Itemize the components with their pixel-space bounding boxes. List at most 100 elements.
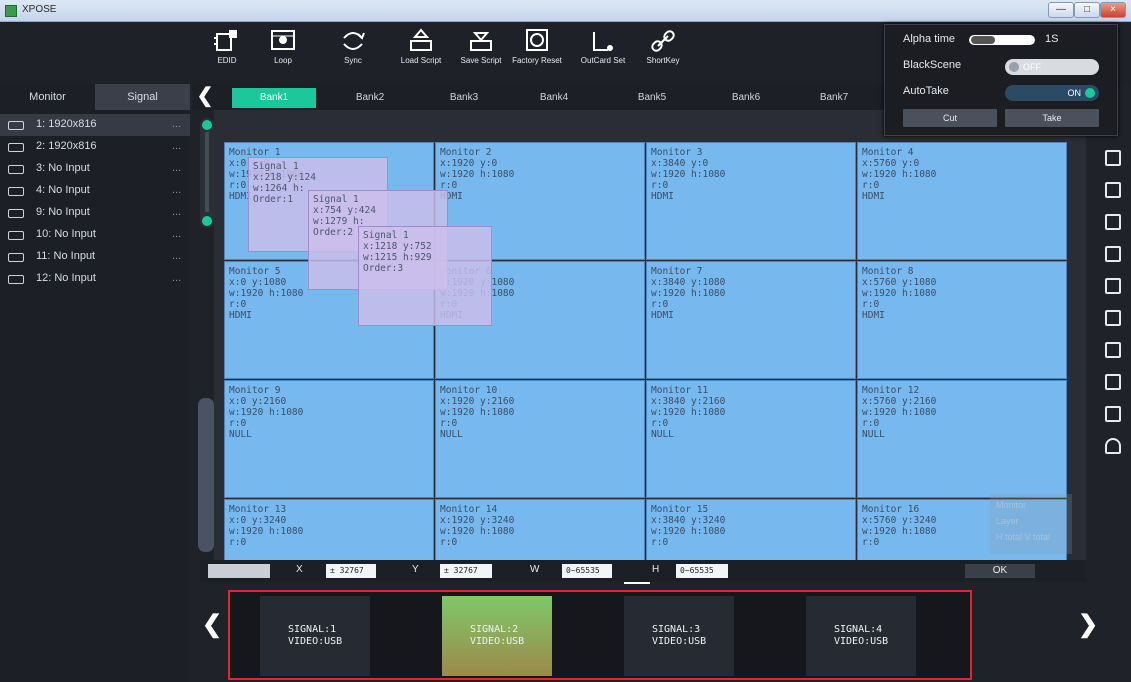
app-icon bbox=[5, 5, 17, 17]
thumb-next-arrow[interactable]: ❯ bbox=[1078, 610, 1098, 639]
w-input[interactable]: 0~65535 bbox=[562, 564, 612, 578]
signal-thumbnail[interactable]: SIGNAL:2 VIDEO:USB bbox=[442, 596, 552, 676]
monitor-cell[interactable]: Monitor 10 x:1920 y:2160 w:1920 h:1080 r:0 N… bbox=[435, 380, 645, 498]
signal-menu-button[interactable]: ... bbox=[172, 184, 181, 196]
signal-thumbnail[interactable]: SIGNAL:1 VIDEO:USB bbox=[260, 596, 370, 676]
tab-bank1[interactable]: Bank1 bbox=[232, 88, 316, 108]
save-script-button[interactable]: Save Script bbox=[450, 26, 512, 82]
signal-row[interactable]: 3: No Input... bbox=[0, 158, 190, 180]
tab-bank2[interactable]: Bank2 bbox=[328, 88, 412, 108]
ok-button[interactable]: OK bbox=[965, 564, 1035, 578]
tab-signal[interactable]: Signal bbox=[95, 84, 190, 110]
tab-bank3[interactable]: Bank3 bbox=[422, 88, 506, 108]
signal-row[interactable]: 2: 1920x816... bbox=[0, 136, 190, 158]
signal-row[interactable]: 10: No Input... bbox=[0, 224, 190, 246]
bank-prev-arrow[interactable]: ❮ bbox=[196, 84, 214, 110]
factory-reset-icon bbox=[526, 29, 548, 51]
signal-thumbnail[interactable]: SIGNAL:3 VIDEO:USB bbox=[624, 596, 734, 676]
signal-row[interactable]: 4: No Input... bbox=[0, 180, 190, 202]
tab-monitor[interactable]: Monitor bbox=[0, 84, 95, 110]
zoom-slider[interactable] bbox=[200, 118, 214, 228]
sync-icon bbox=[343, 32, 365, 50]
signal-menu-button[interactable]: ... bbox=[172, 162, 181, 174]
signal-menu-button[interactable]: ... bbox=[172, 206, 181, 218]
hdmi-icon bbox=[8, 165, 24, 174]
monitor-cell[interactable]: Monitor 15 x:3840 y:3240 w:1920 h:1080 r:0 bbox=[646, 499, 856, 562]
bell-icon[interactable] bbox=[1105, 438, 1121, 454]
legend-monitor: Monitor bbox=[996, 500, 1027, 510]
hdmi-icon bbox=[8, 187, 24, 196]
legend-total: H total V total bbox=[996, 532, 1051, 542]
document-icon[interactable] bbox=[1105, 374, 1121, 390]
dvi-icon bbox=[8, 275, 24, 284]
monitor-cell[interactable]: Monitor 11 x:3840 y:2160 w:1920 h:1080 r:0 N… bbox=[646, 380, 856, 498]
edid-icon bbox=[214, 30, 237, 51]
autotake-toggle[interactable]: ON bbox=[1005, 85, 1099, 101]
copy-icon[interactable] bbox=[1105, 342, 1121, 358]
tab-bank7[interactable]: Bank7 bbox=[792, 88, 876, 108]
monitor-cell[interactable]: Monitor 7 x:3840 y:1080 w:1920 h:1080 r:0 HD… bbox=[646, 261, 856, 379]
factory-reset-label: Factory Reset bbox=[512, 56, 562, 65]
signal-menu-button[interactable]: ... bbox=[172, 118, 181, 130]
blackscene-toggle[interactable]: OFF bbox=[1005, 59, 1099, 75]
tab-bank5[interactable]: Bank5 bbox=[610, 88, 694, 108]
h-input[interactable]: 0~65535 bbox=[676, 564, 728, 578]
monitor-cell[interactable]: Monitor 14 x:1920 y:3240 w:1920 h:1080 r:0 bbox=[435, 499, 645, 562]
signal-menu-button[interactable]: ... bbox=[172, 140, 181, 152]
alpha-time-label: Alpha time bbox=[903, 33, 955, 45]
outcard-set-button[interactable]: OutCard Set bbox=[572, 26, 634, 82]
y-input[interactable]: ± 32767 bbox=[440, 564, 492, 578]
edid-label: EDID bbox=[217, 56, 237, 65]
factory-reset-button[interactable]: Factory Reset bbox=[506, 26, 568, 82]
signal-thumbnail[interactable]: SIGNAL:4 VIDEO:USB bbox=[806, 596, 916, 676]
signal-menu-button[interactable]: ... bbox=[172, 228, 181, 240]
auto-icon[interactable] bbox=[1105, 406, 1121, 422]
shortkey-button[interactable]: ShortKey bbox=[632, 26, 694, 82]
take-button[interactable]: Take bbox=[1005, 109, 1099, 127]
cut-button[interactable]: Cut bbox=[903, 109, 997, 127]
layer-name-field[interactable] bbox=[208, 564, 270, 578]
monitor-cell[interactable]: Monitor 13 x:0 y:3240 w:1920 h:1080 r:0 bbox=[224, 499, 434, 562]
collapse-chevron-icon[interactable] bbox=[624, 582, 650, 590]
zoom-out-handle[interactable] bbox=[202, 216, 212, 226]
monitor-icon[interactable] bbox=[1105, 150, 1121, 166]
alpha-time-slider[interactable] bbox=[969, 35, 1035, 45]
close-box-icon[interactable] bbox=[1105, 310, 1121, 326]
signal-row[interactable]: 9: No Input... bbox=[0, 202, 190, 224]
monitor-cell[interactable]: Monitor 12 x:5760 y:2160 w:1920 h:1080 r:0 N… bbox=[857, 380, 1067, 498]
canvas-legend: Monitor Layer H total V total bbox=[990, 494, 1072, 554]
monitor-cell[interactable]: Monitor 8 x:5760 y:1080 w:1920 h:1080 r:0 HD… bbox=[857, 261, 1067, 379]
tab-bank4[interactable]: Bank4 bbox=[512, 88, 596, 108]
dvi-icon bbox=[8, 253, 24, 262]
signal-row[interactable]: 12: No Input... bbox=[0, 268, 190, 290]
autotake-label: AutoTake bbox=[903, 85, 949, 97]
signal-row[interactable]: 1: 1920x816... bbox=[0, 114, 190, 136]
load-script-button[interactable]: Load Script bbox=[390, 26, 452, 82]
loop-button[interactable]: Loop bbox=[252, 26, 314, 82]
sync-button[interactable]: Sync bbox=[322, 26, 384, 82]
zoom-in-handle[interactable] bbox=[202, 120, 212, 130]
maximize-button[interactable]: □ bbox=[1074, 2, 1100, 18]
thumb-prev-arrow[interactable]: ❮ bbox=[202, 610, 222, 639]
monitor-cell[interactable]: Monitor 3 x:3840 y:0 w:1920 h:1080 r:0 HDMI bbox=[646, 142, 856, 260]
close-button[interactable]: × bbox=[1100, 2, 1126, 18]
monitor-cell[interactable]: Monitor 9 x:0 y:2160 w:1920 h:1080 r:0 NULL bbox=[224, 380, 434, 498]
sync-label: Sync bbox=[344, 56, 362, 65]
image-icon[interactable] bbox=[1105, 246, 1121, 262]
monitor-icon[interactable] bbox=[1105, 182, 1121, 198]
signal-menu-button[interactable]: ... bbox=[172, 272, 181, 284]
right-tool-column bbox=[1094, 110, 1131, 570]
signal-menu-button[interactable]: ... bbox=[172, 250, 181, 262]
monitor-icon[interactable] bbox=[1105, 214, 1121, 230]
minimize-button[interactable]: — bbox=[1048, 2, 1074, 18]
loop-icon bbox=[271, 30, 295, 50]
monitor-cell[interactable]: Monitor 4 x:5760 y:0 w:1920 h:1080 r:0 HDMI bbox=[857, 142, 1067, 260]
x-input[interactable]: ± 32767 bbox=[326, 564, 376, 578]
signal-row[interactable]: 11: No Input... bbox=[0, 246, 190, 268]
canvas-scrollbar[interactable] bbox=[198, 398, 214, 552]
video-wall-canvas[interactable]: Monitor 1x:0 y:0w:1920 h:1080r:0HDMI Mon… bbox=[214, 110, 1086, 562]
edid-button[interactable]: EDID bbox=[196, 26, 258, 82]
signal-layer[interactable]: Signal 1 x:1218 y:752 w:1215 h:929 Order:3 bbox=[358, 226, 492, 326]
tab-bank6[interactable]: Bank6 bbox=[704, 88, 788, 108]
edit-image-icon[interactable] bbox=[1105, 278, 1121, 294]
